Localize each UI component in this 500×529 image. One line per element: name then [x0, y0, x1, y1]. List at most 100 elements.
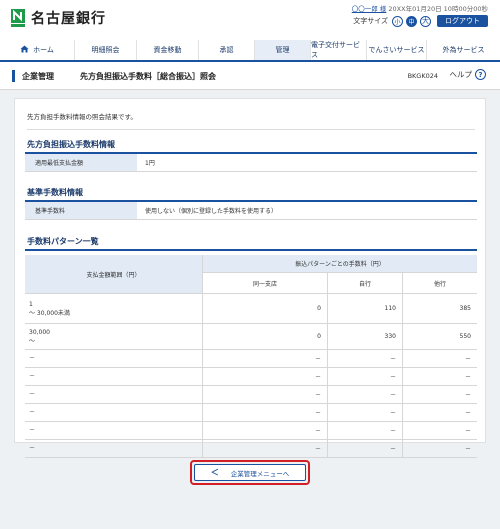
nav-management-label: 管理 [275, 46, 290, 54]
range-cell: － [29, 391, 36, 398]
table-row: － － － － [25, 440, 477, 458]
fee-own-bank: － [327, 368, 402, 385]
min-amount-key: 適用最低支払金額 [25, 154, 137, 171]
fee-own-bank: － [327, 404, 402, 421]
user-info: 〇〇一郎 様 20XX年01月20日 10時00分00秒 [352, 3, 488, 13]
help-link[interactable]: ヘルプ ? [450, 69, 486, 80]
fee-same-branch: 0 [202, 294, 327, 323]
fee-other-bank: 550 [402, 324, 477, 349]
table-row: 1 ～ 30,000未満 0 110 385 [25, 294, 477, 324]
section-underline [25, 249, 477, 251]
nav-forex[interactable]: 外為サービス [427, 40, 500, 60]
page-title: 先方負担振込手数料［総合振込］照会 [80, 72, 216, 81]
fee-other-bank: － [402, 386, 477, 403]
col-header-other-bank: 他行 [402, 273, 477, 293]
fee-same-branch: － [202, 350, 327, 367]
range-end: ～ 30,000未満 [29, 309, 70, 317]
pattern-group-title: 振込パターンごとの手数料（円） [202, 255, 477, 273]
range-cell: － [29, 409, 36, 416]
section-heading-base-fee: 基準手数料情報 [27, 188, 83, 197]
fee-own-bank: 330 [327, 324, 402, 349]
font-size-small-button[interactable]: 小 [392, 15, 403, 27]
nav-densai-label: でんさいサービス [368, 46, 425, 54]
screen-id: BKGK024 [407, 72, 438, 80]
base-fee-key: 基準手数料 [25, 202, 137, 219]
nav-approval-label: 承認 [219, 46, 234, 54]
page-category: 企業管理 [22, 72, 54, 81]
col-header-same-branch: 同一支店 [202, 273, 327, 293]
table-row: － － － － [25, 350, 477, 368]
back-button-label: 企業管理メニューへ [230, 469, 290, 478]
result-panel: 先方負担手数料情報の照会結果です。 先方負担振込手数料情報 適用最低支払金額 1… [14, 98, 486, 458]
fee-other-bank: － [402, 440, 477, 457]
table-row: 30,000 ～ 0 330 550 [25, 324, 477, 350]
base-fee-value: 使用しない（個別に登録した手数料を使用する） [145, 208, 278, 215]
fee-own-bank: 110 [327, 294, 402, 323]
nav-statements[interactable]: 明細照会 [75, 40, 137, 60]
range-cell: 1 ～ 30,000未満 [25, 294, 202, 323]
range-cell: － [29, 445, 36, 452]
nav-fund-transfer[interactable]: 資金移動 [137, 40, 199, 60]
main-nav: ホーム 明細照会 資金移動 承認 管理 電子交付サービス でんさいサービス 外為… [0, 40, 500, 62]
fee-own-bank: － [327, 386, 402, 403]
pattern-subheaders: 同一支店 自行 他行 [202, 273, 477, 293]
title-accent-bar [12, 70, 15, 82]
font-size-large-button[interactable]: 大 [420, 15, 431, 27]
table-header: 支払金額範囲（円） 振込パターンごとの手数料（円） 同一支店 自行 他行 [25, 255, 477, 294]
fee-same-branch: － [202, 386, 327, 403]
chevron-left-icon: ＜ [210, 468, 219, 477]
fee-same-branch: － [202, 422, 327, 439]
help-question-icon: ? [475, 69, 486, 80]
font-size-medium-button[interactable]: 中 [406, 15, 417, 27]
table-row: － － － － [25, 386, 477, 404]
min-amount-value: 1円 [145, 160, 155, 167]
logout-button[interactable]: ログアウト [437, 15, 488, 27]
intro-text: 先方負担手数料情報の照会結果です。 [27, 113, 137, 121]
bank-logo[interactable]: 名古屋銀行 [10, 8, 106, 28]
range-cell: － [29, 427, 36, 434]
table-row: － － － － [25, 368, 477, 386]
fee-own-bank: － [327, 350, 402, 367]
divider [27, 129, 475, 130]
fee-other-bank: － [402, 350, 477, 367]
base-fee-row: 基準手数料 使用しない（個別に登録した手数料を使用する） [25, 202, 477, 220]
fee-other-bank: － [402, 422, 477, 439]
back-button-highlight: ＜ 企業管理メニューへ [190, 460, 310, 485]
nav-home-label: ホーム [33, 46, 54, 54]
fee-other-bank: 385 [402, 294, 477, 323]
home-icon [20, 45, 29, 55]
min-amount-row: 適用最低支払金額 1円 [25, 154, 477, 172]
range-cell: 30,000 ～ [25, 324, 202, 349]
fee-same-branch: － [202, 368, 327, 385]
range-start: 30,000 [29, 328, 50, 336]
user-name-link[interactable]: 〇〇一郎 様 [352, 5, 387, 13]
font-size-controls: 文字サイズ 小 中 大 ログアウト [353, 15, 488, 27]
nav-approval[interactable]: 承認 [199, 40, 255, 60]
bank-name: 名古屋銀行 [31, 11, 106, 27]
range-cell: － [29, 373, 36, 380]
pattern-group-header: 振込パターンごとの手数料（円） 同一支店 自行 他行 [202, 255, 477, 293]
col-header-own-bank: 自行 [327, 273, 402, 293]
nav-statements-label: 明細照会 [91, 46, 120, 54]
fee-pattern-table: 支払金額範囲（円） 振込パターンごとの手数料（円） 同一支店 自行 他行 1 ～… [25, 255, 477, 458]
nav-e-delivery[interactable]: 電子交付サービス [311, 40, 367, 60]
nav-densai[interactable]: でんさいサービス [367, 40, 427, 60]
fee-same-branch: － [202, 404, 327, 421]
fee-other-bank: － [402, 404, 477, 421]
fee-other-bank: － [402, 368, 477, 385]
range-end: ～ [29, 337, 36, 345]
nav-forex-label: 外為サービス [442, 46, 485, 54]
nav-home[interactable]: ホーム [0, 40, 75, 60]
nav-management[interactable]: 管理 [255, 40, 311, 60]
fee-same-branch: － [202, 440, 327, 457]
section-heading-patterns: 手数料パターン一覧 [27, 237, 99, 246]
font-size-label: 文字サイズ [353, 17, 388, 25]
fee-same-branch: 0 [202, 324, 327, 349]
back-to-company-menu-button[interactable]: ＜ 企業管理メニューへ [194, 464, 306, 481]
table-row: － － － － [25, 422, 477, 440]
header: 名古屋銀行 〇〇一郎 様 20XX年01月20日 10時00分00秒 文字サイズ… [0, 0, 500, 40]
nav-fund-transfer-label: 資金移動 [153, 46, 182, 54]
range-start: 1 [29, 300, 33, 308]
fee-own-bank: － [327, 422, 402, 439]
bank-logo-icon [10, 8, 26, 28]
